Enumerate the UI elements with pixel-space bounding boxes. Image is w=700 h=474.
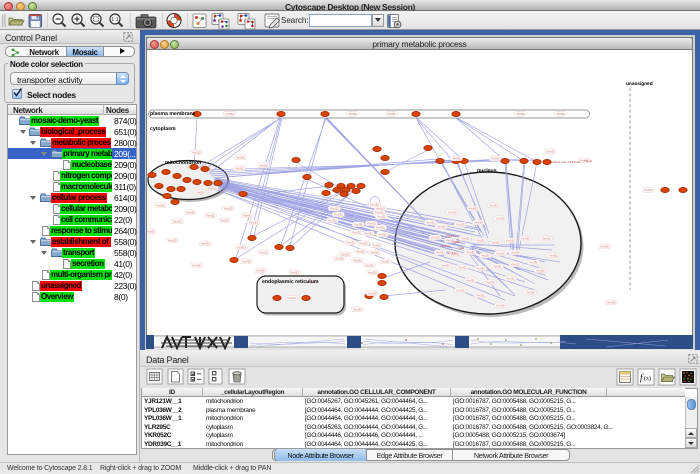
- svg-text:plasma membrane: plasma membrane: [150, 111, 196, 117]
- svg-text:Ykr5-al: Ykr5-al: [440, 244, 450, 248]
- svg-text:(x): (x): [644, 375, 651, 382]
- svg-text:unassigned: unassigned: [626, 81, 653, 87]
- svg-text:cytoplasm: cytoplasm: [150, 126, 176, 132]
- svg-text:Ymr31: Ymr31: [448, 251, 457, 255]
- svg-text:endoplasmic reticulum: endoplasmic reticulum: [262, 279, 319, 285]
- svg-text:Ydr342-a and Ydr343-al: Ydr342-a and Ydr343-al: [548, 160, 580, 164]
- svg-text:Ygl2: Ygl2: [458, 246, 464, 250]
- svg-text:mitochondrion: mitochondrion: [165, 160, 201, 166]
- svg-text:Yhr04-a: Yhr04-a: [446, 234, 457, 238]
- svg-text:1:1: 1:1: [111, 17, 119, 23]
- svg-text:nucleus: nucleus: [477, 168, 497, 174]
- svg-text:Ydl93: Ydl93: [452, 240, 460, 244]
- svg-text:Ybr-al: Ybr-al: [584, 159, 592, 163]
